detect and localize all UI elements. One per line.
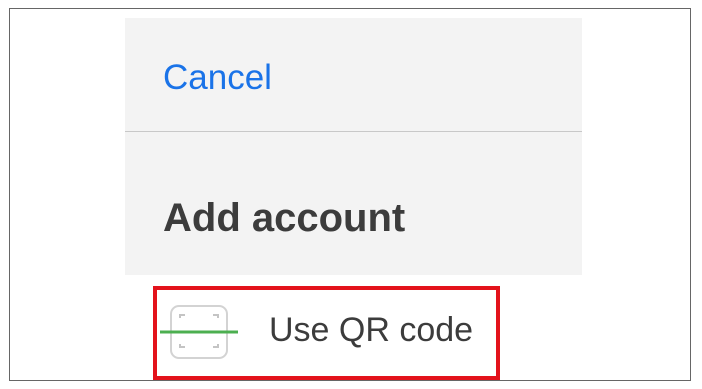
qr-scan-icon xyxy=(160,305,238,359)
use-qr-code-option[interactable]: Use QR code xyxy=(153,286,500,380)
add-account-panel: Cancel Add account xyxy=(125,18,582,275)
dialog-header: Cancel xyxy=(125,18,582,132)
screenshot-frame: Cancel Add account Use QR code xyxy=(9,8,691,381)
cancel-button[interactable]: Cancel xyxy=(163,56,272,100)
use-qr-code-label: Use QR code xyxy=(269,311,474,349)
page-title: Add account xyxy=(163,196,406,240)
